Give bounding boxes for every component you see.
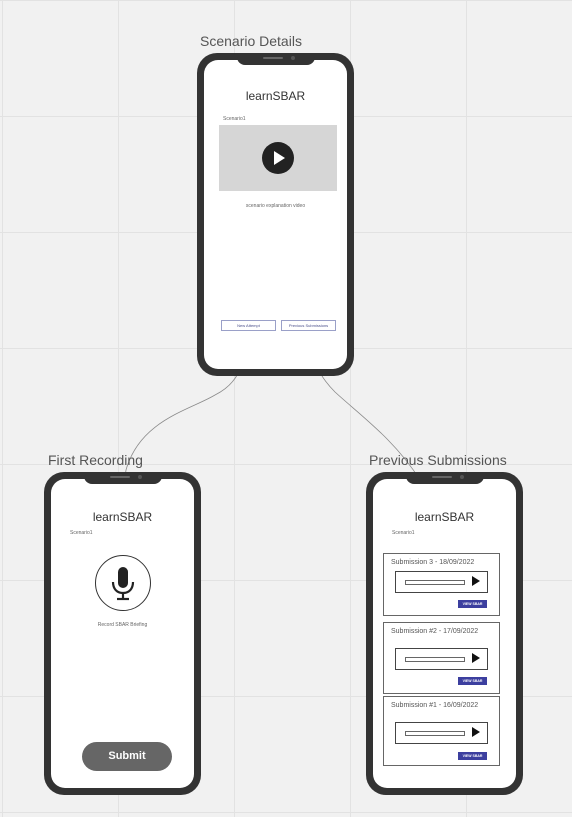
scenario-label: Scenario1 — [392, 530, 415, 536]
phone-first-recording: learnSBAR Scenario1 Record SBAR Briefing… — [44, 472, 201, 795]
audio-player[interactable] — [395, 722, 488, 744]
submission-title: Submission #1 - 16/09/2022 — [391, 702, 479, 709]
audio-player[interactable] — [395, 648, 488, 670]
video-caption: scenario explanation video — [245, 203, 306, 209]
app-title: learnSBAR — [414, 510, 475, 524]
record-caption: Record SBAR Briefing — [97, 622, 148, 628]
submission-title: Submission 3 - 18/09/2022 — [391, 559, 475, 566]
frame-title-scenario-details: Scenario Details — [200, 33, 302, 49]
phone-notch — [405, 472, 484, 484]
view-sbar-button[interactable]: VIEW SBAR — [458, 600, 487, 608]
scenario-label: Scenario1 — [223, 116, 246, 122]
app-title: learnSBAR — [92, 510, 153, 524]
submission-card: Submission #1 - 16/09/2022 VIEW SBAR — [383, 696, 500, 766]
submission-card: Submission 3 - 18/09/2022 VIEW SBAR — [383, 553, 500, 616]
submission-card: Submission #2 - 17/09/2022 VIEW SBAR — [383, 622, 500, 694]
play-icon[interactable] — [472, 653, 480, 663]
phone-notch — [83, 472, 162, 484]
view-sbar-button[interactable]: VIEW SBAR — [458, 752, 487, 760]
audio-player[interactable] — [395, 571, 488, 593]
submission-title: Submission #2 - 17/09/2022 — [391, 628, 479, 635]
audio-progress-track[interactable] — [405, 657, 465, 662]
new-attempt-button[interactable]: New Attempt — [221, 320, 276, 331]
phone-notch — [236, 53, 315, 65]
audio-progress-track[interactable] — [405, 731, 465, 736]
microphone-icon — [111, 567, 135, 601]
play-icon[interactable] — [472, 576, 480, 586]
play-icon[interactable] — [262, 142, 294, 174]
screen-previous-submissions: learnSBAR Scenario1 Submission 3 - 18/09… — [373, 479, 516, 788]
previous-submissions-button[interactable]: Previous Submissions — [281, 320, 336, 331]
audio-progress-track[interactable] — [405, 580, 465, 585]
scenario-video[interactable] — [219, 125, 337, 191]
screen-first-recording: learnSBAR Scenario1 Record SBAR Briefing… — [51, 479, 194, 788]
play-icon[interactable] — [472, 727, 480, 737]
frame-title-first-recording: First Recording — [48, 452, 143, 468]
screen-scenario-details: learnSBAR Scenario1 scenario explanation… — [204, 60, 347, 369]
frame-title-previous-submissions: Previous Submissions — [369, 452, 507, 468]
app-title: learnSBAR — [245, 89, 306, 103]
record-button[interactable] — [95, 555, 151, 611]
view-sbar-button[interactable]: VIEW SBAR — [458, 677, 487, 685]
scenario-label: Scenario1 — [70, 530, 93, 536]
submit-button[interactable]: Submit — [82, 742, 172, 771]
phone-scenario-details: learnSBAR Scenario1 scenario explanation… — [197, 53, 354, 376]
phone-previous-submissions: learnSBAR Scenario1 Submission 3 - 18/09… — [366, 472, 523, 795]
